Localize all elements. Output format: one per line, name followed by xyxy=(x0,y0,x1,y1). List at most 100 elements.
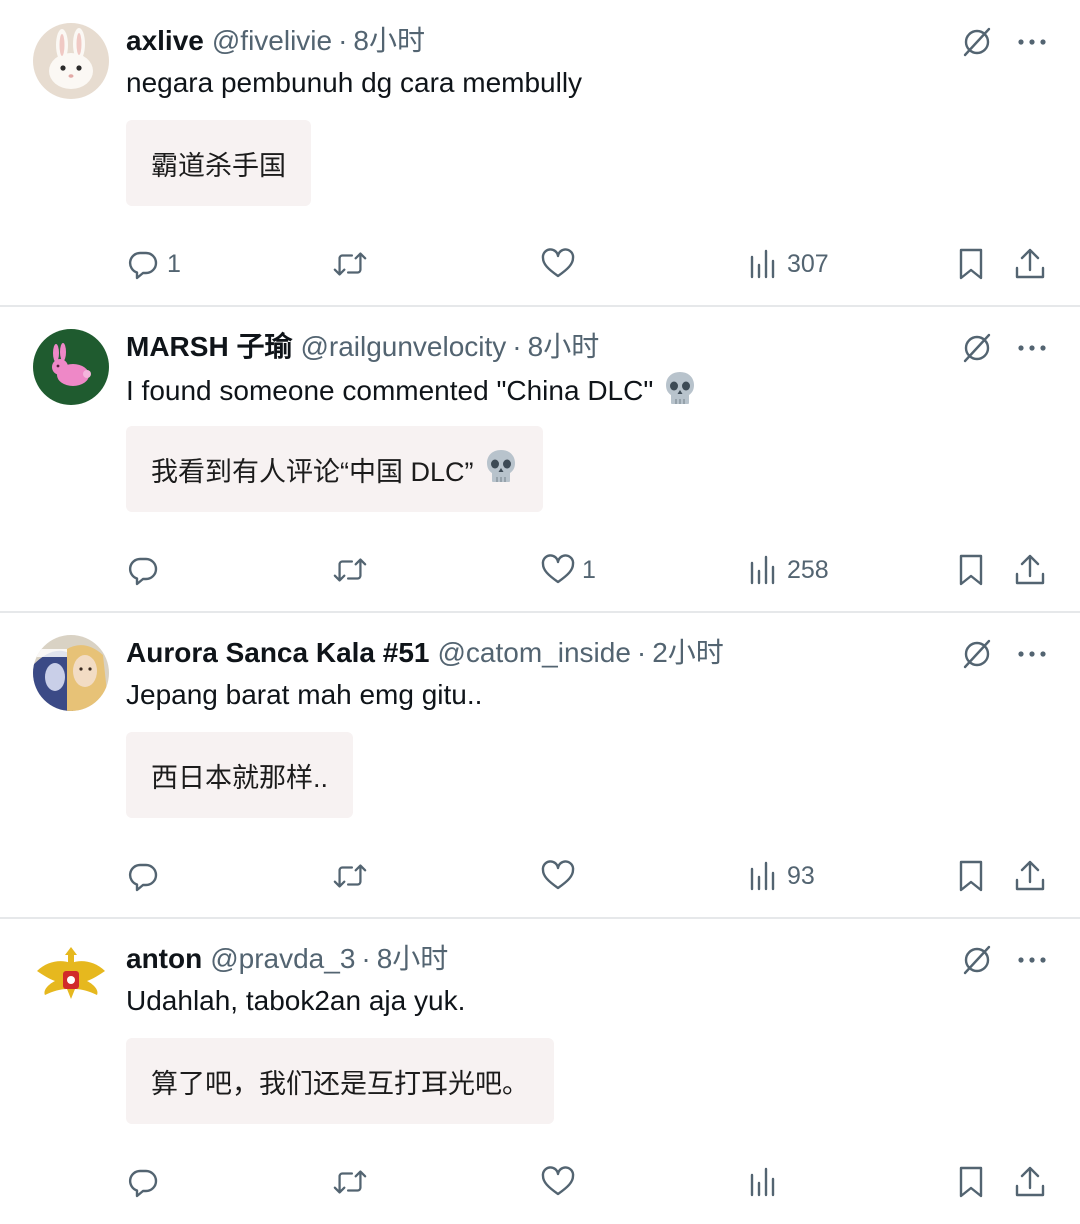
avatar[interactable] xyxy=(33,23,109,99)
retweet-icon xyxy=(333,558,367,582)
reply-button[interactable] xyxy=(125,550,167,590)
user-handle[interactable]: @pravda_3 xyxy=(210,943,355,974)
bookmark-icon xyxy=(959,1166,983,1198)
tweet-header: anton @pravda_3 · 8小时 xyxy=(126,940,448,978)
share-button[interactable] xyxy=(1012,244,1048,284)
tweet[interactable]: Aurora Sanca Kala #51 @catom_inside · 2小时 J… xyxy=(0,612,1080,918)
separator-dot: · xyxy=(636,637,647,668)
translation-text: 西日本就那样.. xyxy=(151,762,329,793)
display-name[interactable]: anton xyxy=(126,943,202,974)
tweet[interactable]: axlive @fivelivie · 8小时 negara pembunuh dg … xyxy=(0,0,1080,306)
translation-text: 我看到有人评论“中国 DLC” xyxy=(151,456,474,487)
timestamp[interactable]: 2小时 xyxy=(652,637,724,668)
avatar[interactable] xyxy=(33,329,109,405)
views-button[interactable]: 258 xyxy=(745,550,829,590)
tweet-text: Udahlah, tabok2an aja yuk. xyxy=(126,982,465,1020)
like-button[interactable] xyxy=(540,1162,582,1202)
retweet-button[interactable] xyxy=(332,856,374,896)
skull-glyph xyxy=(666,372,695,404)
bookmark-icon xyxy=(959,554,983,586)
reply-icon xyxy=(128,863,158,892)
translation-box: 霸道杀手国 xyxy=(126,120,311,206)
share-button[interactable] xyxy=(1012,550,1048,590)
user-handle[interactable]: @catom_inside xyxy=(438,637,631,668)
retweet-icon xyxy=(333,1170,367,1194)
heart-icon xyxy=(541,554,575,584)
share-icon xyxy=(1015,860,1045,891)
separator-dot: · xyxy=(512,331,522,362)
tweet-text: Jepang barat mah emg gitu.. xyxy=(126,676,482,714)
timestamp[interactable]: 8小时 xyxy=(353,25,425,56)
anime-avatar-image xyxy=(33,635,109,711)
views-icon xyxy=(750,861,775,891)
tweet-text-content: Udahlah, tabok2an aja yuk. xyxy=(126,985,466,1016)
more-options-button[interactable] xyxy=(1012,328,1052,368)
timestamp[interactable]: 8小时 xyxy=(528,331,600,362)
tweet-text: I found someone commented "China DLC" xyxy=(126,370,697,416)
views-button[interactable]: 307 xyxy=(745,244,829,284)
translation-text: 霸道杀手国 xyxy=(151,150,286,181)
avatar[interactable] xyxy=(33,941,109,1017)
reply-icon xyxy=(128,251,158,280)
eagle-emblem-avatar-image xyxy=(33,941,109,1017)
tweet-text-content: I found someone commented "China DLC" xyxy=(126,375,654,406)
user-handle[interactable]: @fivelivie xyxy=(212,25,332,56)
retweet-button[interactable] xyxy=(332,1162,374,1202)
views-button[interactable] xyxy=(745,1162,787,1202)
grok-button[interactable] xyxy=(957,22,997,62)
bookmark-button[interactable] xyxy=(953,856,989,896)
tweet-header: Aurora Sanca Kala #51 @catom_inside · 2小时 xyxy=(126,634,724,672)
bookmark-icon xyxy=(959,860,983,892)
reply-button[interactable] xyxy=(125,1162,167,1202)
bookmark-button[interactable] xyxy=(953,1162,989,1202)
retweet-icon xyxy=(333,252,367,276)
retweet-button[interactable] xyxy=(332,244,374,284)
grok-icon xyxy=(963,333,991,363)
share-icon xyxy=(1015,248,1045,279)
share-button[interactable] xyxy=(1012,1162,1048,1202)
skull-emoji-icon xyxy=(663,370,697,416)
reply-icon xyxy=(128,557,158,586)
like-button[interactable]: 1 xyxy=(540,550,596,590)
more-dots-icon xyxy=(1018,345,1046,351)
timestamp[interactable]: 8小时 xyxy=(377,943,449,974)
heart-icon xyxy=(541,1166,575,1196)
like-button[interactable] xyxy=(540,856,582,896)
bookmark-button[interactable] xyxy=(953,550,989,590)
rabbit-avatar-image xyxy=(33,23,109,99)
pink-rabbit-avatar-image xyxy=(33,329,109,405)
display-name[interactable]: MARSH 子瑜 xyxy=(126,331,292,362)
grok-button[interactable] xyxy=(957,634,997,674)
retweet-button[interactable] xyxy=(332,550,374,590)
grok-button[interactable] xyxy=(957,328,997,368)
tweet-header: axlive @fivelivie · 8小时 xyxy=(126,22,425,60)
tweet[interactable]: anton @pravda_3 · 8小时 Udahlah, tabok2an aja… xyxy=(0,918,1080,1224)
tweet[interactable]: MARSH 子瑜 @railgunvelocity · 8小时 I found som… xyxy=(0,306,1080,612)
more-options-button[interactable] xyxy=(1012,634,1052,674)
display-name[interactable]: Aurora Sanca Kala #51 xyxy=(126,637,430,668)
share-button[interactable] xyxy=(1012,856,1048,896)
bookmark-button[interactable] xyxy=(953,244,989,284)
display-name[interactable]: axlive xyxy=(126,25,204,56)
views-button[interactable]: 93 xyxy=(745,856,815,896)
views-icon xyxy=(750,249,775,279)
tweet-text: negara pembunuh dg cara membully xyxy=(126,64,582,102)
share-icon xyxy=(1015,554,1045,585)
skull-emoji-icon xyxy=(484,448,518,491)
heart-icon xyxy=(541,860,575,890)
translation-box: 我看到有人评论“中国 DLC” xyxy=(126,426,543,512)
views-icon xyxy=(750,555,775,585)
reply-button[interactable] xyxy=(125,856,167,896)
user-handle[interactable]: @railgunvelocity xyxy=(300,331,506,362)
more-options-button[interactable] xyxy=(1012,940,1052,980)
grok-button[interactable] xyxy=(957,940,997,980)
reply-button[interactable]: 1 xyxy=(125,244,181,284)
grok-icon xyxy=(963,27,991,57)
like-button[interactable] xyxy=(540,244,582,284)
reply-feed: axlive @fivelivie · 8小时 negara pembunuh dg … xyxy=(0,0,1080,1209)
more-dots-icon xyxy=(1018,957,1046,963)
more-options-button[interactable] xyxy=(1012,22,1052,62)
views-count: 258 xyxy=(787,555,829,584)
avatar[interactable] xyxy=(33,635,109,711)
tweet-header: MARSH 子瑜 @railgunvelocity · 8小时 xyxy=(126,328,599,366)
